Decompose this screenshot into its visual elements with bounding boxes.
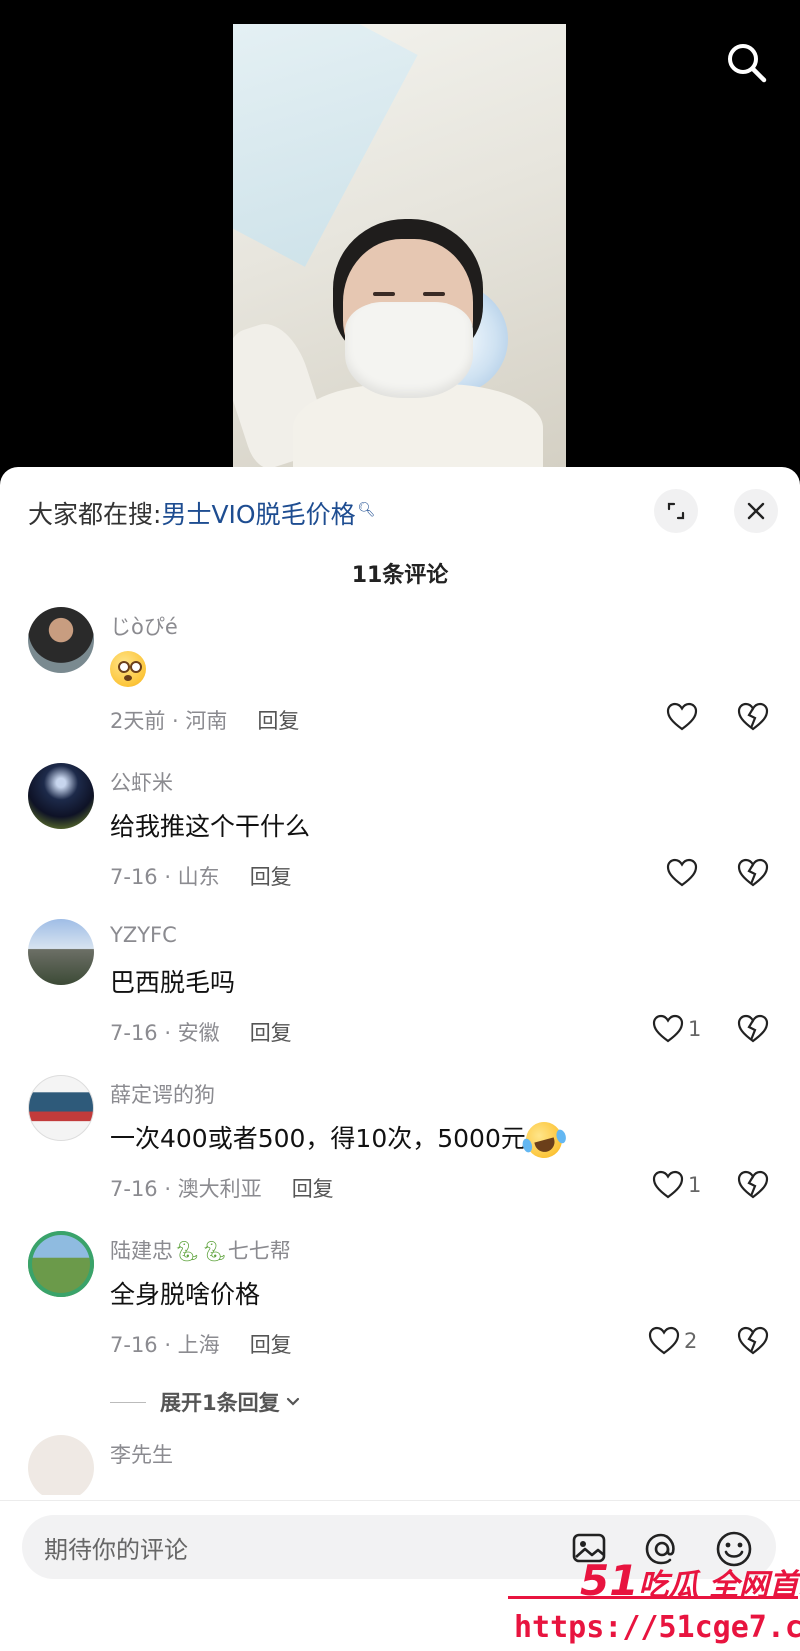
comment-item: じòぴé 2天前 · 河南 回复 [0, 607, 800, 763]
expand-icon [667, 502, 685, 520]
comment-username[interactable]: 薛定谔的狗 [110, 1079, 215, 1109]
close-icon [747, 502, 765, 520]
like-button[interactable] [666, 699, 698, 735]
avatar[interactable] [28, 763, 94, 829]
comment-input-placeholder: 期待你的评论 [44, 1535, 188, 1564]
snake-emoji: 🐍︎ [174, 1239, 200, 1263]
avatar[interactable] [28, 1231, 94, 1297]
comment-item: YZYFC 巴西脱毛吗 7-16 · 安徽 回复 1 [0, 919, 800, 1075]
comment-time-location: 7-16 · 山东 [110, 865, 220, 889]
trending-search-keyword[interactable]: 男士VIO脱毛价格 [161, 500, 355, 529]
comment-time-location: 7-16 · 上海 [110, 1333, 220, 1357]
comment-time-location: 7-16 · 澳大利亚 [110, 1177, 262, 1201]
avatar[interactable] [28, 607, 94, 673]
comment-item: 薛定谔的狗 一次400或者500，得10次，5000元 7-16 · 澳大利亚 回… [0, 1075, 800, 1231]
video-person-eye [423, 292, 445, 296]
like-button[interactable] [666, 855, 698, 891]
reply-button[interactable]: 回复 [292, 1177, 334, 1201]
dislike-button[interactable] [736, 1013, 772, 1047]
heart-icon [666, 702, 698, 731]
video-player[interactable] [0, 0, 800, 470]
like-count: 2 [684, 1329, 698, 1353]
dislike-button[interactable] [736, 701, 772, 735]
comment-text: 一次400或者500，得10次，5000元 [110, 1124, 526, 1153]
divider-line [110, 1401, 146, 1403]
avatar[interactable] [28, 1435, 94, 1495]
comment-content [110, 651, 146, 687]
comment-count: 11条评论 [351, 563, 449, 588]
chevron-down-icon [286, 1397, 299, 1406]
avatar[interactable] [28, 919, 94, 985]
heart-icon [652, 1014, 684, 1043]
reply-button[interactable]: 回复 [257, 709, 299, 733]
close-button[interactable] [734, 489, 778, 533]
snake-emoji: 🐍︎ [201, 1239, 227, 1263]
broken-heart-icon [737, 702, 769, 731]
comment-item: 李先生 [0, 1435, 800, 1495]
broken-heart-icon [737, 1326, 769, 1355]
heart-icon [652, 1170, 684, 1199]
trending-search: 大家都在搜:男士VIO脱毛价格 🔍︎ [28, 495, 375, 531]
comment-username[interactable]: YZYFC [110, 923, 177, 947]
avatar[interactable] [28, 1075, 94, 1141]
expand-button[interactable] [654, 489, 698, 533]
comment-meta: 7-16 · 山东 回复 [110, 861, 292, 891]
trending-search-label: 大家都在搜: [28, 500, 162, 529]
comment-time-location: 7-16 · 安徽 [110, 1021, 220, 1045]
comment-username[interactable]: 公虾米 [110, 767, 173, 797]
username-prefix: 陆建忠 [110, 1239, 173, 1263]
expand-replies-button[interactable]: 展开1条回复 [110, 1387, 302, 1417]
comment-content: 全身脱啥价格 [110, 1280, 261, 1309]
broken-heart-icon [737, 858, 769, 887]
broken-heart-icon [737, 1170, 769, 1199]
sheet-header: 大家都在搜:男士VIO脱毛价格 🔍︎ [0, 467, 800, 537]
comment-item: 陆建忠🐍︎ 🐍︎七七帮 全身脱啥价格 7-16 · 上海 回复 2 [0, 1231, 800, 1387]
comment-meta: 7-16 · 安徽 回复 [110, 1017, 292, 1047]
like-count: 1 [688, 1173, 702, 1197]
surprised-face-emoji [110, 651, 146, 687]
reply-button[interactable]: 回复 [250, 1333, 292, 1357]
like-button[interactable]: 1 [652, 1011, 701, 1047]
like-count: 1 [688, 1017, 702, 1041]
dislike-button[interactable] [736, 1325, 772, 1359]
comment-username[interactable]: じòぴé [110, 611, 178, 641]
heart-icon [648, 1326, 680, 1355]
comment-item: 公虾米 给我推这个干什么 7-16 · 山东 回复 [0, 763, 800, 919]
dislike-button[interactable] [736, 857, 772, 891]
video-frame[interactable] [233, 24, 566, 470]
like-button[interactable]: 1 [652, 1167, 701, 1203]
search-icon [728, 44, 767, 83]
heart-icon [666, 858, 698, 887]
broken-heart-icon [737, 1014, 769, 1043]
comment-username[interactable]: 陆建忠🐍︎ 🐍︎七七帮 [110, 1235, 291, 1265]
comment-meta: 7-16 · 澳大利亚 回复 [110, 1173, 334, 1203]
search-button[interactable] [722, 38, 772, 88]
comment-time-location: 2天前 · 河南 [110, 709, 228, 733]
small-search-icon: 🔍︎ [357, 501, 376, 518]
comment-sheet: 大家都在搜:男士VIO脱毛价格 🔍︎ 11条评论 じòぴé 2天前 · 河南 回复 [0, 467, 800, 1650]
video-person-eye [373, 292, 395, 296]
reply-button[interactable]: 回复 [250, 865, 292, 889]
comment-meta: 2天前 · 河南 回复 [110, 705, 299, 735]
like-button[interactable]: 2 [648, 1323, 697, 1359]
comment-content: 一次400或者500，得10次，5000元 [110, 1117, 568, 1163]
watermark-url: https://51cge7.com [514, 1610, 800, 1645]
expand-replies-label: 展开1条回复 [160, 1391, 280, 1415]
comment-content: 给我推这个干什么 [110, 812, 311, 841]
video-person-mask [345, 302, 473, 398]
username-suffix: 七七帮 [227, 1239, 291, 1263]
comment-content: 巴西脱毛吗 [110, 968, 236, 997]
dislike-button[interactable] [736, 1169, 772, 1203]
reply-button[interactable]: 回复 [250, 1021, 292, 1045]
comment-meta: 7-16 · 上海 回复 [110, 1329, 292, 1359]
watermark-underline [508, 1596, 798, 1599]
laughing-tears-emoji [521, 1117, 568, 1163]
comment-username[interactable]: 李先生 [110, 1439, 173, 1469]
